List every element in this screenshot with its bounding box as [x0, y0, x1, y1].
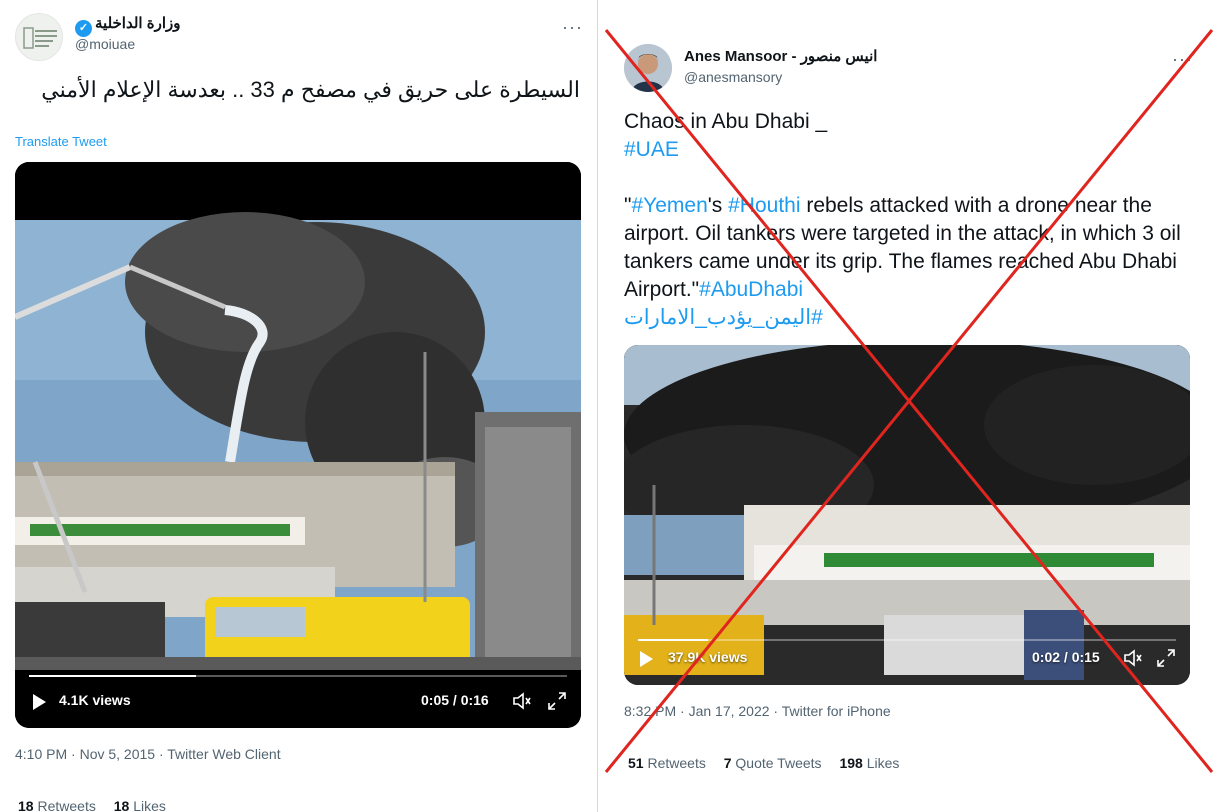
tweet-stats: 18 Retweets 18 Likes: [18, 798, 166, 812]
translate-tweet-link[interactable]: Translate Tweet: [15, 134, 107, 149]
hashtag-link[interactable]: #Yemen: [631, 194, 707, 217]
more-icon[interactable]: ···: [562, 18, 583, 36]
retweets-stat[interactable]: 51 Retweets: [628, 755, 706, 771]
likes-stat[interactable]: 18 Likes: [114, 798, 166, 812]
tweet-text-paragraph: "#Yemen's #Houthi rebels attacked with a…: [624, 194, 1181, 301]
tweet-meta[interactable]: 8:32 PM · Jan 17, 2022 · Twitter for iPh…: [624, 703, 891, 719]
display-name[interactable]: Anes Mansoor - انيس منصور: [684, 47, 877, 65]
view-count: 37.9K views: [668, 649, 748, 665]
hashtag-link[interactable]: #اليمن_يؤدب_الامارات: [624, 306, 823, 329]
video-time: 0:02 / 0:15: [1032, 649, 1100, 665]
view-count: 4.1K views: [59, 692, 131, 708]
fullscreen-icon[interactable]: [547, 691, 567, 711]
video-progress-fill: [638, 639, 708, 641]
hashtag-link[interactable]: #Houthi: [728, 194, 800, 217]
tweet-left: ✓ وزارة الداخلية @moiuae ··· السيطرة على …: [0, 0, 596, 812]
tweet-text: السيطرة على حريق في مصفح م 33 .. بعدسة ا…: [41, 77, 580, 102]
verified-badge-icon: ✓: [75, 20, 92, 37]
tweet-stats: 51 Retweets 7 Quote Tweets 198 Likes: [628, 755, 899, 771]
volume-icon[interactable]: [511, 691, 531, 711]
tweet-meta[interactable]: 4:10 PM · Nov 5, 2015 · Twitter Web Clie…: [15, 746, 281, 762]
video-player[interactable]: 37.9K views 0:02 / 0:15: [624, 345, 1190, 685]
video-progress-track[interactable]: [638, 639, 1176, 641]
video-frame: [15, 162, 581, 728]
quote-tweets-stat[interactable]: 7 Quote Tweets: [724, 755, 822, 771]
fullscreen-icon[interactable]: [1156, 648, 1176, 668]
display-name[interactable]: ✓ وزارة الداخلية: [75, 14, 181, 37]
video-progress-fill: [29, 675, 196, 677]
likes-stat[interactable]: 198 Likes: [839, 755, 899, 771]
avatar[interactable]: [15, 13, 63, 61]
video-time: 0:05 / 0:16: [421, 692, 489, 708]
video-player[interactable]: 4.1K views 0:05 / 0:16: [15, 162, 581, 728]
video-progress-track[interactable]: [29, 675, 567, 677]
avatar[interactable]: [624, 44, 672, 92]
handle[interactable]: @anesmansory: [684, 69, 782, 85]
handle[interactable]: @moiuae: [75, 36, 135, 52]
volume-icon[interactable]: [1122, 648, 1142, 668]
hashtag-link[interactable]: #UAE: [624, 138, 679, 161]
play-icon[interactable]: [33, 694, 46, 710]
video-controls: 37.9K views 0:02 / 0:15: [624, 633, 1190, 685]
tweet-text: Chaos in Abu Dhabi _ #UAE "#Yemen's #Hou…: [624, 108, 1194, 332]
play-icon[interactable]: [640, 651, 653, 667]
video-controls: 4.1K views 0:05 / 0:16: [15, 675, 581, 728]
retweets-stat[interactable]: 18 Retweets: [18, 798, 96, 812]
hashtag-link[interactable]: #AbuDhabi: [699, 278, 803, 301]
tweet-text-line: Chaos in Abu Dhabi _: [624, 110, 828, 133]
more-icon[interactable]: ···: [1172, 50, 1193, 68]
